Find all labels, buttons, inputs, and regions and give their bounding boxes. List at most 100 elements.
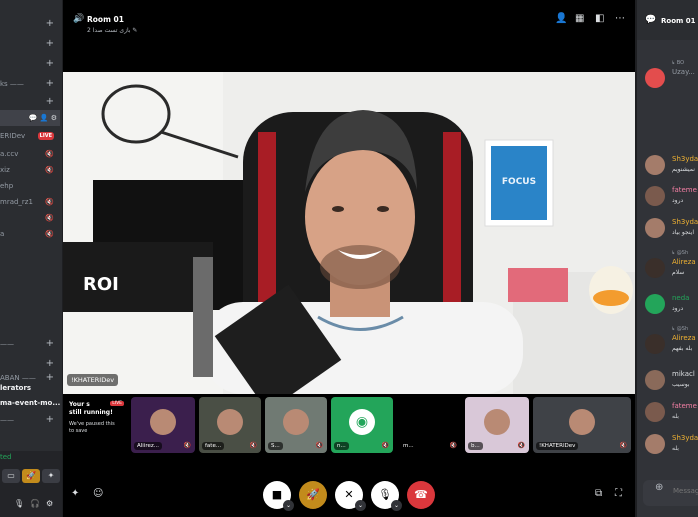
user-avatar[interactable] xyxy=(645,186,665,206)
soundboard-icon[interactable]: ✦ xyxy=(42,469,60,483)
add-attachment-icon[interactable]: ⊕ xyxy=(655,482,663,493)
chat-title: Room 01 xyxy=(661,17,696,25)
sidebar-channel-label: —— xyxy=(0,416,14,424)
message-author[interactable]: fateme xyxy=(672,186,697,194)
sidebar-channel[interactable]: —— + xyxy=(0,336,60,352)
chat-input[interactable] xyxy=(673,487,698,495)
popout-icon[interactable]: ⧉ xyxy=(595,488,602,499)
sidebar-channel[interactable]: + xyxy=(0,16,60,32)
sidebar-channel[interactable]: ks —— + xyxy=(0,76,60,92)
settings-gear-icon[interactable]: ⚙ xyxy=(46,499,53,508)
screenshare-button[interactable]: ✕ ⌄ xyxy=(335,481,366,511)
fullscreen-icon[interactable]: ⛶ xyxy=(615,488,622,499)
chevron-down-icon[interactable]: ⌄ xyxy=(283,500,294,511)
message-author[interactable]: fateme xyxy=(672,402,697,410)
message-text: درود xyxy=(672,197,684,204)
participant-tile[interactable]: b... 🔇 xyxy=(465,397,529,453)
sidebar-channel-label: a xyxy=(0,230,5,238)
mic-icon[interactable]: 🎙 xyxy=(14,499,24,508)
add-channel-icon[interactable]: + xyxy=(46,16,54,32)
message-author[interactable]: Alireza xyxy=(672,334,696,342)
participant-tile[interactable]: Aliirez... 🔇 xyxy=(131,397,195,453)
participant-tile[interactable]: fate... 🔇 xyxy=(199,397,261,453)
participant-tile[interactable]: ◉ n... 🔇 xyxy=(331,397,393,453)
activity-button[interactable]: 🚀 xyxy=(299,481,327,509)
user-avatar[interactable] xyxy=(645,155,665,175)
sidebar-channel[interactable]: + xyxy=(0,36,60,52)
webcam-scene: FOCUS ROI xyxy=(63,72,635,394)
message-author[interactable]: Sh3yda xyxy=(672,218,698,226)
sidebar-channel[interactable]: xiz 🔇 xyxy=(0,162,60,178)
sidebar-channel[interactable] xyxy=(0,258,60,274)
stream-paused-body: We've paused this xyxy=(69,421,115,427)
add-channel-icon[interactable]: + xyxy=(46,336,54,352)
sidebar-channel[interactable]: ehp xyxy=(0,178,60,194)
message-author[interactable]: neda xyxy=(672,294,689,302)
mic-button[interactable]: 🎙 ⌄ xyxy=(371,481,402,511)
sidebar-channel[interactable]: 🔇 xyxy=(0,210,60,226)
user-avatar[interactable] xyxy=(645,334,665,354)
channel-actions[interactable]: 💬 👤 ⚙ xyxy=(29,110,57,126)
sidebar-channel[interactable]: a.ccv 🔇 xyxy=(0,146,60,162)
add-channel-icon[interactable]: + xyxy=(46,56,54,72)
message-author[interactable]: Sh3yda xyxy=(672,434,698,442)
user-avatar[interactable] xyxy=(645,68,665,88)
muted-mic-icon: 🔇 xyxy=(315,442,323,449)
message-author[interactable]: Uzay... xyxy=(672,68,695,76)
chevron-down-icon[interactable]: ⌄ xyxy=(391,500,402,511)
muted-mic-icon: 🔇 xyxy=(45,214,54,222)
participant-tile[interactable]: m... 🔇 xyxy=(397,397,461,453)
sidebar-channel[interactable] xyxy=(0,430,60,446)
call-controls: ✦ ☺ ■ ⌄ 🚀 ✕ ⌄ 🎙 ⌄ ☎ ⧉ ⛶ xyxy=(63,478,635,512)
user-avatar[interactable] xyxy=(645,434,665,454)
user-avatar[interactable] xyxy=(645,218,665,238)
message-author[interactable]: mikacl xyxy=(672,370,695,378)
more-options-icon[interactable]: ⋯ xyxy=(615,13,625,24)
emoji-icon[interactable]: ☺ xyxy=(93,488,103,499)
user-avatar[interactable] xyxy=(645,402,665,422)
sidebar-channel-label: ma-event-mo... xyxy=(0,399,60,407)
muted-mic-icon: 🔇 xyxy=(381,442,389,449)
add-channel-icon[interactable]: + xyxy=(46,36,54,52)
headphones-icon[interactable]: 🎧 xyxy=(30,499,40,508)
muted-mic-icon: 🔇 xyxy=(183,442,191,449)
popout-icon[interactable]: ◧ xyxy=(595,13,604,24)
participant-tile[interactable]: S... 🔇 xyxy=(265,397,327,453)
reply-reference[interactable]: ↳ BO xyxy=(671,60,684,66)
add-member-icon[interactable]: 👤 xyxy=(555,13,567,24)
reply-reference[interactable]: ↳ @Sh xyxy=(671,250,688,256)
message-author[interactable]: Sh3yda xyxy=(672,155,698,163)
user-avatar[interactable] xyxy=(645,294,665,314)
camera-button[interactable]: ■ ⌄ xyxy=(263,481,294,511)
sidebar-channel[interactable]: + xyxy=(0,94,60,110)
soundboard-icon[interactable]: ✦ xyxy=(71,488,79,499)
participant-tile[interactable]: !KHATERIDev 🔇 xyxy=(533,397,631,453)
sidebar-channel[interactable]: ma-event-mo... xyxy=(0,395,60,411)
reply-reference[interactable]: ↳ @Sh xyxy=(671,326,688,332)
sidebar-channel[interactable]: —— + xyxy=(0,412,60,428)
sidebar-channel[interactable]: 💬 👤 ⚙ xyxy=(0,110,60,126)
voice-connected-status[interactable]: ted xyxy=(0,453,12,461)
message-text: درود xyxy=(672,305,684,312)
participant-tile[interactable]: Your s still running! We've paused this to … xyxy=(65,397,127,453)
leave-call-button[interactable]: ☎ xyxy=(407,481,435,509)
add-channel-icon[interactable]: + xyxy=(46,412,54,428)
user-avatar[interactable] xyxy=(645,370,665,390)
main-video-stream[interactable]: FOCUS ROI !KHATERIDev xyxy=(63,72,635,394)
sidebar-channel[interactable]: + xyxy=(0,56,60,72)
room-subtitle[interactable]: بازی تست صدا 2 ✎ xyxy=(87,27,137,34)
sidebar-channel[interactable]: ERIDev LIVE xyxy=(0,128,60,144)
chevron-down-icon[interactable]: ⌄ xyxy=(355,500,366,511)
sidebar-channel[interactable]: lerators xyxy=(0,380,60,396)
add-channel-icon[interactable]: + xyxy=(46,94,54,110)
sidebar-channel[interactable]: a 🔇 xyxy=(0,226,60,242)
sidebar-channel[interactable]: mrad_rz1 🔇 xyxy=(0,194,60,210)
participant-name: m... xyxy=(400,442,417,450)
message-author[interactable]: Alireza xyxy=(672,258,696,266)
user-avatar[interactable] xyxy=(645,258,665,278)
grid-layout-icon[interactable]: ▦ xyxy=(575,13,584,24)
camera-toggle-icon[interactable]: ▭ xyxy=(2,469,20,483)
add-channel-icon[interactable]: + xyxy=(46,76,54,92)
participant-name: !KHATERIDev xyxy=(536,442,579,450)
activity-icon[interactable]: 🚀 xyxy=(22,469,40,483)
